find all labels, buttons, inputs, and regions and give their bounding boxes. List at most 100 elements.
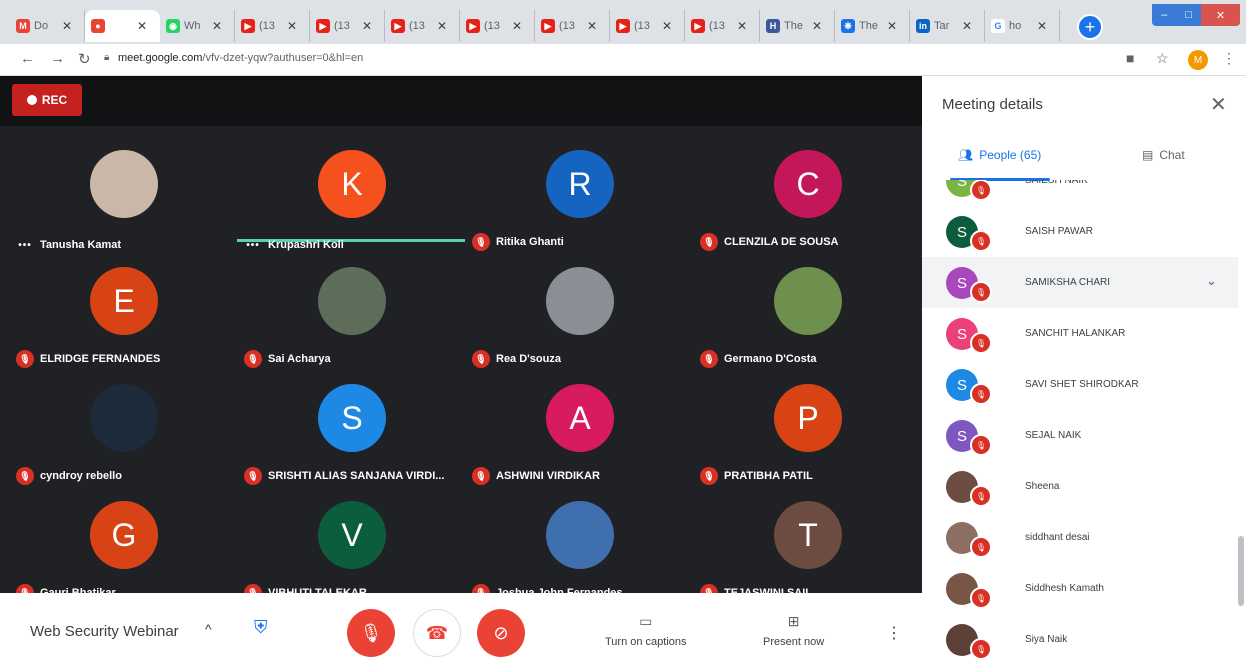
camera-icon[interactable]: ■	[1126, 50, 1134, 66]
tab-close-icon[interactable]: ✕	[512, 19, 522, 33]
shield-icon[interactable]: ⛨	[254, 617, 278, 643]
tab-close-icon[interactable]: ✕	[362, 19, 372, 33]
people-list-item[interactable]: 🎙︎ siddhant desai	[922, 512, 1238, 563]
tab-close-icon[interactable]: ✕	[1037, 19, 1047, 33]
leave-call-button[interactable]: ☎︎	[413, 609, 461, 657]
people-list-item[interactable]: S 🎙︎ SAISH PAWAR	[922, 206, 1238, 257]
reload-icon[interactable]: ↻	[78, 50, 91, 68]
tab-people[interactable]: 👥︎ People (65)	[958, 148, 1041, 162]
participant-tile[interactable]: E 🎙︎ ELRIDGE FERNANDES	[16, 267, 244, 382]
browser-tab[interactable]: ▶ (13 ✕	[610, 10, 685, 42]
participant-tile[interactable]: R 🎙︎ Ritika Ghanti	[472, 150, 700, 265]
browser-tab[interactable]: ▶ (13 ✕	[460, 10, 535, 42]
participant-tile[interactable]: C 🎙︎ CLENZILA DE SOUSA	[700, 150, 928, 265]
tab-title: ho	[1009, 20, 1022, 32]
tab-favicon-icon: ▶	[616, 19, 630, 33]
participant-tile[interactable]: 🎙︎ Rea D'souza	[472, 267, 700, 382]
tab-close-icon[interactable]: ✕	[662, 19, 672, 33]
mic-muted-icon: 🎙︎	[244, 350, 262, 368]
chevron-up-icon[interactable]: ^	[205, 621, 212, 637]
minimize-button[interactable]: –	[1152, 4, 1176, 26]
browser-tab[interactable]: ❋ The ✕	[835, 10, 910, 42]
mic-muted-icon: 🎙︎	[700, 350, 718, 368]
browser-tab[interactable]: in Tar ✕	[910, 10, 985, 42]
tab-favicon-icon: ●	[91, 19, 105, 33]
camera-toggle-button[interactable]: ⊘	[477, 609, 525, 657]
people-list-item[interactable]: S 🎙︎ SANCHIT HALANKAR	[922, 308, 1238, 359]
participant-tile[interactable]: 🎙︎ cyndroy rebello	[16, 384, 244, 499]
tab-close-icon[interactable]: ✕	[587, 19, 597, 33]
tab-title: (13	[634, 20, 650, 32]
tab-close-icon[interactable]: ✕	[62, 19, 72, 33]
lock-icon[interactable]: 🔒︎	[104, 52, 109, 63]
people-list-item[interactable]: S 🎙︎ SAIESH NAIK	[922, 180, 1238, 206]
browser-tab[interactable]: ● ✕	[85, 10, 160, 42]
present-icon: ⊞	[787, 613, 800, 629]
participant-name-row: 🎙︎ CLENZILA DE SOUSA	[700, 233, 839, 251]
browser-tab[interactable]: ▶ (13 ✕	[385, 10, 460, 42]
people-list-item[interactable]: S 🎙︎ SAMIKSHA CHARI ⌄	[922, 257, 1238, 308]
people-list-item[interactable]: S 🎙︎ SEJAL NAIK	[922, 410, 1238, 461]
participant-name: Tanusha Kamat	[40, 239, 122, 251]
chevron-down-icon[interactable]: ⌄	[1206, 273, 1217, 289]
tab-close-icon[interactable]: ✕	[962, 19, 972, 33]
new-tab-button[interactable]: +	[1077, 14, 1103, 40]
present-now-button[interactable]: ⊞ Present now	[763, 613, 824, 648]
people-list-item[interactable]: 🎙︎ Sheena	[922, 461, 1238, 512]
tab-close-icon[interactable]: ✕	[212, 19, 222, 33]
url-host: meet.google.com	[118, 52, 203, 64]
people-list-item[interactable]: 🎙︎ Siya Naik	[922, 614, 1238, 665]
tab-close-icon[interactable]: ✕	[737, 19, 747, 33]
browser-tab[interactable]: H The ✕	[760, 10, 835, 42]
window-close-button[interactable]: ✕	[1200, 4, 1240, 26]
browser-tab[interactable]: Gho ✕	[985, 10, 1060, 42]
audio-level-icon: •••	[246, 239, 260, 251]
participant-tile[interactable]: 🎙︎ Germano D'Costa	[700, 267, 928, 382]
tab-close-icon[interactable]: ✕	[137, 19, 147, 33]
participant-tile[interactable]: A 🎙︎ ASHWINI VIRDIKAR	[472, 384, 700, 499]
more-options-icon[interactable]: ⋮	[886, 623, 902, 643]
people-list-item[interactable]: S 🎙︎ SAVI SHET SHIRODKAR	[922, 359, 1238, 410]
participant-name: Krupashri Koli	[268, 239, 344, 251]
participant-tile[interactable]: 🎙︎ Sai Acharya	[244, 267, 472, 382]
tab-close-icon[interactable]: ✕	[812, 19, 822, 33]
participant-tile[interactable]: K ••• Krupashri Koli	[244, 150, 472, 265]
tab-close-icon[interactable]: ✕	[437, 19, 447, 33]
rec-label: REC	[41, 93, 68, 107]
participant-tile[interactable]: P 🎙︎ PRATIBHA PATIL	[700, 384, 928, 499]
participant-name: Sai Acharya	[268, 353, 331, 365]
close-icon[interactable]: ✕	[1210, 92, 1227, 117]
maximize-button[interactable]: □	[1176, 4, 1200, 26]
participant-name-row: ••• Krupashri Koli	[244, 239, 344, 251]
recording-badge: REC	[12, 84, 82, 116]
browser-tab[interactable]: ▶ (13 ✕	[685, 10, 760, 42]
browser-tab[interactable]: ▶ (13 ✕	[535, 10, 610, 42]
participant-avatar: T	[774, 501, 842, 569]
browser-tab[interactable]: ▶ (13 ✕	[235, 10, 310, 42]
participant-tile[interactable]: S 🎙︎ SRISHTI ALIAS SANJANA VIRDI...	[244, 384, 472, 499]
browser-tab[interactable]: M Do ✕	[10, 10, 85, 42]
people-icon: 👥︎	[958, 148, 974, 162]
browser-tab[interactable]: ◉ Wh ✕	[160, 10, 235, 42]
people-list-item[interactable]: 🎙︎ Siddhesh Kamath	[922, 563, 1238, 614]
meeting-title[interactable]: Web Security Webinar	[30, 623, 179, 640]
mic-muted-icon: 🎙︎	[472, 233, 490, 251]
tab-close-icon[interactable]: ✕	[887, 19, 897, 33]
forward-icon[interactable]: →	[50, 50, 65, 67]
participant-tile[interactable]: ••• Tanusha Kamat	[16, 150, 244, 265]
tab-chat[interactable]: ▤ Chat	[1142, 148, 1185, 162]
bookmark-star-icon[interactable]: ☆	[1156, 50, 1169, 67]
people-list-scrollbar[interactable]	[1238, 536, 1244, 606]
participant-avatar: V	[318, 501, 386, 569]
mic-muted-icon: 🎙︎	[16, 350, 34, 368]
profile-avatar[interactable]: M	[1188, 50, 1208, 70]
url-path: /vfv-dzet-yqw?authuser=0&hl=en	[202, 52, 364, 64]
microphone-toggle-button[interactable]: 🎙︎	[347, 609, 395, 657]
url-field[interactable]: meet.google.com/vfv-dzet-yqw?authuser=0&…	[118, 52, 363, 64]
back-icon[interactable]: ←	[20, 50, 35, 67]
captions-button[interactable]: ▭ Turn on captions	[605, 613, 687, 648]
browser-menu-icon[interactable]: ⋮	[1222, 50, 1236, 67]
browser-tab[interactable]: ▶ (13 ✕	[310, 10, 385, 42]
participant-avatar	[774, 267, 842, 335]
tab-close-icon[interactable]: ✕	[287, 19, 297, 33]
